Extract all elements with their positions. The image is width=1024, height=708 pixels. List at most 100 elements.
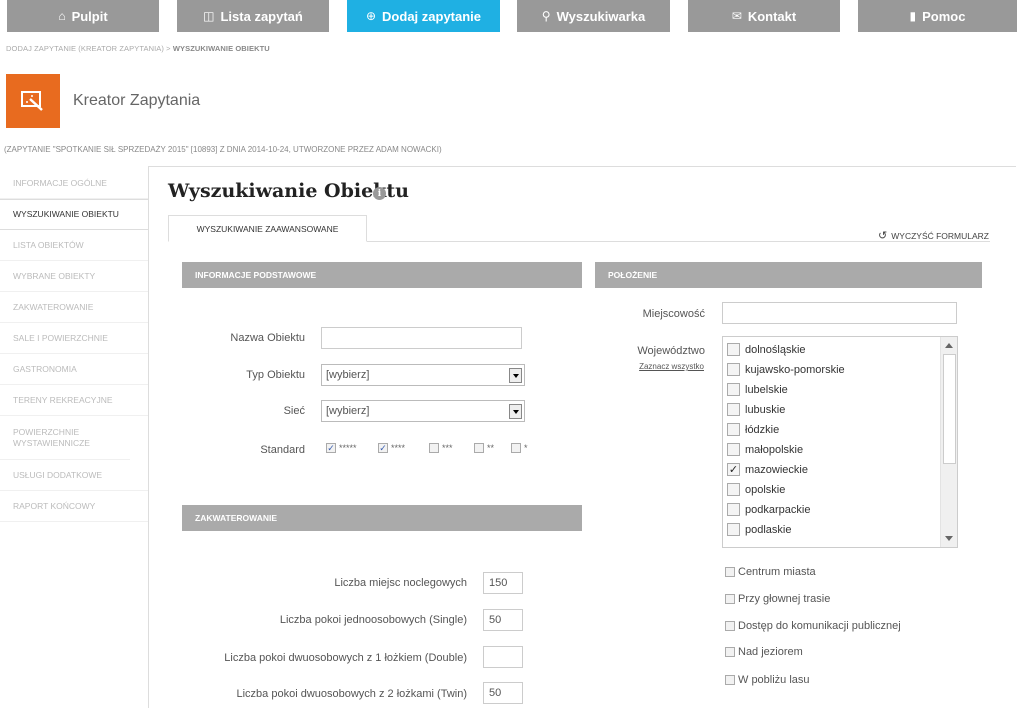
nav-dodaj-zapytanie[interactable]: ⊕ Dodaj zapytanie bbox=[347, 0, 500, 32]
standard-label: Standard bbox=[260, 444, 305, 456]
city-label: Miejscowość bbox=[642, 308, 705, 320]
checkbox[interactable] bbox=[727, 523, 740, 536]
scroll-up-icon[interactable] bbox=[945, 343, 953, 348]
nav-kontakt[interactable]: ✉ Kontakt bbox=[688, 0, 840, 32]
section-header-basic: INFORMACJE PODSTAWOWE bbox=[182, 262, 582, 288]
double-rooms-input[interactable] bbox=[483, 646, 523, 668]
nav-pomoc[interactable]: ▮ Pomoc bbox=[858, 0, 1017, 32]
info-icon[interactable]: i bbox=[373, 187, 386, 200]
standard-2-checkbox[interactable]: ** bbox=[474, 443, 494, 453]
name-input[interactable] bbox=[321, 327, 522, 349]
region-item[interactable]: opolskie bbox=[727, 483, 785, 496]
beds-input[interactable]: 150 bbox=[483, 572, 523, 594]
checkbox[interactable] bbox=[727, 383, 740, 396]
nav-lista-zapytan[interactable]: ◫ Lista zapytań bbox=[177, 0, 329, 32]
checkbox[interactable] bbox=[727, 443, 740, 456]
checkbox[interactable] bbox=[429, 443, 439, 453]
checkbox[interactable] bbox=[725, 621, 735, 631]
extra-centrum[interactable]: Centrum miasta bbox=[725, 566, 816, 578]
chain-select[interactable]: [wybierz] bbox=[321, 400, 525, 422]
region-item[interactable]: kujawsko-pomorskie bbox=[727, 363, 845, 376]
beds-label: Liczba miejsc noclegowych bbox=[334, 577, 467, 589]
mail-icon: ✉ bbox=[731, 9, 742, 23]
chevron-down-icon bbox=[509, 368, 522, 383]
standard-3-checkbox[interactable]: *** bbox=[429, 443, 453, 453]
checkbox[interactable] bbox=[725, 647, 735, 657]
type-select[interactable]: [wybierz] bbox=[321, 364, 525, 386]
sidebar-item-sale[interactable]: SALE I POWIERZCHNIE bbox=[0, 323, 148, 354]
breadcrumb-current: WYSZUKIWANIE OBIEKTU bbox=[172, 44, 270, 53]
standard-5-checkbox[interactable]: ✓ ***** bbox=[326, 443, 357, 453]
type-label: Typ Obiektu bbox=[246, 369, 305, 381]
chain-label: Sieć bbox=[283, 405, 305, 417]
region-item[interactable]: dolnośląskie bbox=[727, 343, 806, 356]
sidebar-item-informacje-ogolne[interactable]: INFORMACJE OGÓLNE bbox=[0, 168, 148, 199]
checkbox[interactable] bbox=[725, 567, 735, 577]
sidebar-item-zakwaterowanie[interactable]: ZAKWATEROWANIE bbox=[0, 292, 148, 323]
single-rooms-input[interactable]: 50 bbox=[483, 609, 523, 631]
extra-komunikacja[interactable]: Dostęp do komunikacji publicznej bbox=[725, 620, 901, 632]
checkbox-checked[interactable]: ✓ bbox=[378, 443, 388, 453]
checkbox[interactable] bbox=[725, 675, 735, 685]
checkbox[interactable] bbox=[727, 503, 740, 516]
extra-trasa[interactable]: Przy głownej trasie bbox=[725, 593, 830, 605]
scroll-thumb[interactable] bbox=[943, 354, 956, 464]
checkbox[interactable] bbox=[727, 423, 740, 436]
checkbox-checked[interactable]: ✓ bbox=[727, 463, 740, 476]
plus-circle-icon: ⊕ bbox=[365, 9, 377, 23]
nav-wyszukiwarka[interactable]: ⚲ Wyszukiwarka bbox=[517, 0, 670, 32]
wizard-icon bbox=[6, 74, 60, 128]
checkbox[interactable] bbox=[727, 343, 740, 356]
double-rooms-label: Liczba pokoi dwuosobowych z 1 łożkiem (D… bbox=[224, 652, 467, 664]
chevron-down-icon bbox=[509, 404, 522, 419]
standard-1-checkbox[interactable]: * bbox=[511, 443, 528, 453]
checkbox[interactable] bbox=[474, 443, 484, 453]
home-icon: ⌂ bbox=[58, 9, 66, 23]
breadcrumb-link[interactable]: DODAJ ZAPYTANIE (KREATOR ZAPYTANIA) > bbox=[6, 44, 173, 53]
region-item[interactable]: lubelskie bbox=[727, 383, 788, 396]
region-item[interactable]: ✓ mazowieckie bbox=[727, 463, 808, 476]
name-label: Nazwa Obiektu bbox=[230, 332, 305, 344]
top-nav: ⌂ Pulpit ◫ Lista zapytań ⊕ Dodaj zapytanie … bbox=[0, 0, 1024, 32]
book-icon: ▮ bbox=[909, 9, 917, 23]
checkbox[interactable] bbox=[727, 483, 740, 496]
sidebar: INFORMACJE OGÓLNE WYSZUKIWANIE OBIEKTU L… bbox=[0, 168, 148, 522]
region-listbox[interactable]: dolnośląskie kujawsko-pomorskie lubelski… bbox=[722, 336, 958, 548]
checkbox[interactable] bbox=[727, 363, 740, 376]
twin-rooms-label: Liczba pokoi dwuosobowych z 2 łożkami (T… bbox=[236, 688, 468, 700]
request-subtitle: (ZAPYTANIE "SPOTKANIE SIŁ SPRZEDAŻY 2015… bbox=[4, 145, 442, 154]
region-scrollbar[interactable] bbox=[940, 337, 957, 547]
undo-icon: ↺ bbox=[878, 230, 888, 242]
clear-form-button[interactable]: ↺ WYCZYŚĆ FORMULARZ bbox=[878, 229, 989, 242]
sidebar-item-tereny[interactable]: TERENY REKREACYJNE bbox=[0, 385, 148, 416]
region-item[interactable]: małopolskie bbox=[727, 443, 803, 456]
sidebar-item-uslugi[interactable]: USŁUGI DODATKOWE bbox=[0, 460, 148, 491]
sidebar-item-lista-obiektow[interactable]: LISTA OBIEKTÓW bbox=[0, 230, 148, 261]
wizard-title: Kreator Zapytania bbox=[73, 92, 201, 109]
twin-rooms-input[interactable]: 50 bbox=[483, 682, 523, 704]
tab-wyszukiwanie-zaawansowane[interactable]: WYSZUKIWANIE ZAAWANSOWANE bbox=[168, 215, 367, 242]
sidebar-item-raport[interactable]: RAPORT KOŃCOWY bbox=[0, 491, 148, 522]
extra-las[interactable]: W pobliżu lasu bbox=[725, 674, 810, 686]
sidebar-item-gastronomia[interactable]: GASTRONOMIA bbox=[0, 354, 148, 385]
section-header-location: POŁOŻENIE bbox=[595, 262, 982, 288]
scroll-down-icon[interactable] bbox=[945, 536, 953, 541]
checkbox[interactable] bbox=[511, 443, 521, 453]
city-input[interactable] bbox=[722, 302, 957, 324]
region-item[interactable]: lubuskie bbox=[727, 403, 785, 416]
region-item[interactable]: podlaskie bbox=[727, 523, 791, 536]
sidebar-item-wyszukiwanie-obiektu[interactable]: WYSZUKIWANIE OBIEKTU bbox=[0, 199, 148, 230]
extra-jezioro[interactable]: Nad jeziorem bbox=[725, 646, 803, 658]
standard-4-checkbox[interactable]: ✓ **** bbox=[378, 443, 405, 453]
checkbox[interactable] bbox=[727, 403, 740, 416]
sidebar-item-wybrane-obiekty[interactable]: WYBRANE OBIEKTY bbox=[0, 261, 148, 292]
checkbox[interactable] bbox=[725, 594, 735, 604]
region-item[interactable]: podkarpackie bbox=[727, 503, 810, 516]
checkbox-checked[interactable]: ✓ bbox=[326, 443, 336, 453]
region-item[interactable]: łódzkie bbox=[727, 423, 779, 436]
sidebar-item-powierzchnie-wystawiennicze[interactable]: POWIERZCHNIE WYSTAWIENNICZE bbox=[0, 416, 130, 460]
select-all-link[interactable]: Zaznacz wszystko bbox=[612, 362, 704, 371]
section-header-accommodation: ZAKWATEROWANIE bbox=[182, 505, 582, 531]
breadcrumb: DODAJ ZAPYTANIE (KREATOR ZAPYTANIA) > WY… bbox=[6, 44, 270, 53]
nav-pulpit[interactable]: ⌂ Pulpit bbox=[7, 0, 159, 32]
